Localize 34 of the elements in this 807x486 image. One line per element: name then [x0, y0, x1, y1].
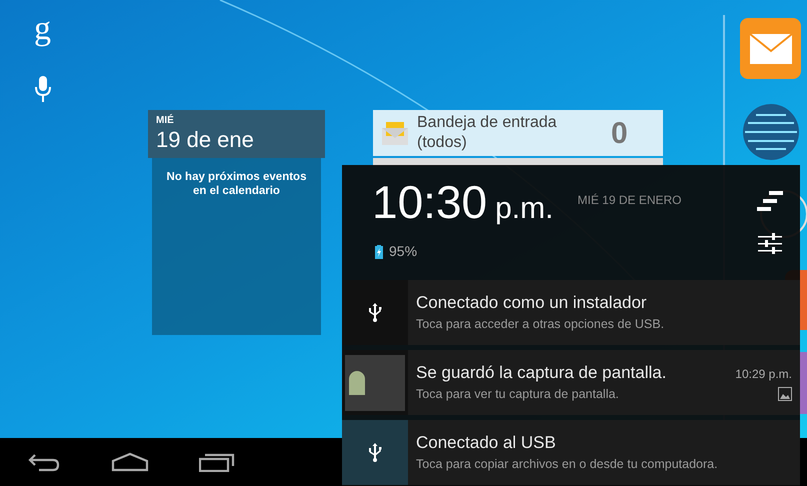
recent-apps-icon[interactable] — [199, 452, 235, 472]
notification[interactable]: Conectado como un instalador Toca para acceder a otras opciones de USB. — [342, 280, 800, 345]
google-search-logo[interactable]: g — [34, 12, 51, 46]
usb-icon — [368, 442, 382, 462]
calendar-message: No hay próximos eventos en el calendario — [166, 170, 306, 200]
battery-percentage: 95% — [389, 242, 418, 261]
image-icon — [778, 387, 792, 402]
notification-title: Conectado como un instalador — [416, 292, 647, 313]
notification[interactable]: Se guardó la captura de pantalla. 10:29 p.m. Toca para ver tu captura de pantalla. — [342, 350, 800, 415]
inbox-label: Bandeja de entrada (todos) — [417, 113, 558, 153]
notification[interactable]: Conectado al USB Toca para copiar archivos en o desde tu computadora. — [342, 420, 800, 485]
clock-time: 10:30 — [372, 179, 488, 225]
back-icon[interactable] — [27, 452, 61, 472]
notification-title: Se guardó la captura de pantalla. — [416, 362, 666, 383]
notification-title: Conectado al USB — [416, 432, 556, 453]
microphone-icon[interactable] — [33, 75, 53, 103]
notification-text: Toca para ver tu captura de pantalla. — [416, 386, 619, 403]
notification-time: 10:29 p.m. — [735, 366, 792, 383]
usb-icon — [368, 302, 382, 322]
clock-period: p.m. — [495, 194, 554, 224]
date-label: MIÉ 19 DE ENERO — [577, 192, 682, 209]
clear-all-icon[interactable] — [755, 191, 785, 213]
envelope-icon — [381, 120, 409, 146]
calendar-day: MIÉ — [156, 116, 317, 126]
calendar-widget[interactable]: MIÉ 19 de ene No hay próximos eventos en el calendario — [148, 110, 325, 335]
unread-count: 0 — [611, 116, 628, 152]
calendar-date: 19 de ene — [156, 126, 255, 154]
notification-text: Toca para copiar archivos en o desde tu computadora. — [416, 456, 718, 473]
battery-charging-icon — [375, 244, 383, 258]
globe-icon[interactable] — [742, 103, 800, 161]
email-widget[interactable]: Bandeja de entrada (todos) 0 — [373, 110, 663, 156]
notification-text: Toca para acceder a otras opciones de USB. — [416, 316, 664, 333]
home-icon[interactable] — [111, 452, 149, 472]
settings-sliders-icon[interactable] — [758, 233, 782, 255]
